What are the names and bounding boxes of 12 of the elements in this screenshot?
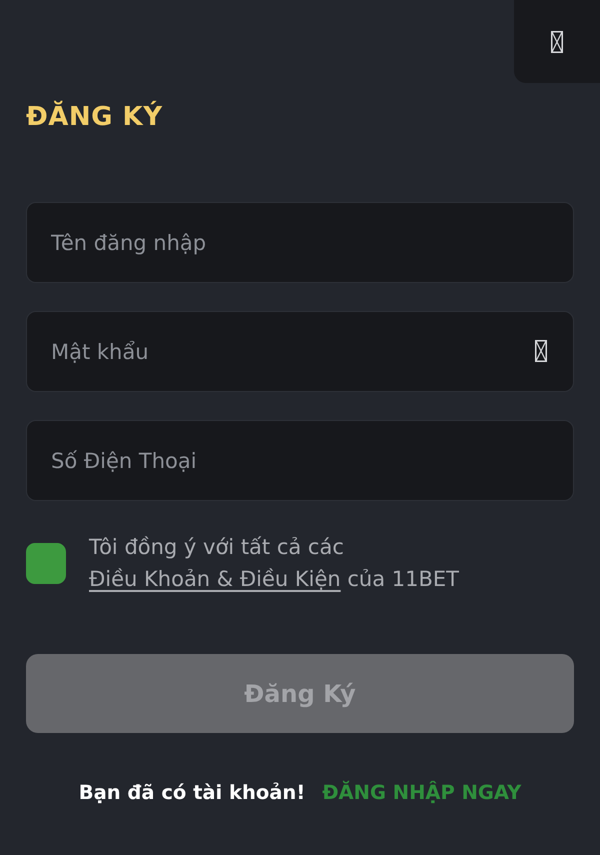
terms-link[interactable]: Điều Khoản & Điều Kiện	[89, 567, 341, 591]
close-icon	[551, 30, 563, 52]
crossed-box-icon[interactable]	[535, 340, 547, 362]
login-link[interactable]: ĐĂNG NHẬP NGAY	[322, 781, 522, 804]
checkbox[interactable]	[26, 542, 66, 584]
agreement-text: Tôi đồng ý với tất cả các Điều Khoản & Điều Kiện của 11BET	[89, 534, 460, 593]
password-field[interactable]: Mật khẩu	[26, 311, 574, 392]
close-button[interactable]	[514, 0, 600, 83]
page-title: ĐĂNG KÝ	[26, 100, 163, 134]
text-field[interactable]: Tên đăng nhập	[26, 202, 574, 283]
text-field[interactable]: Số Điện Thoại	[26, 420, 574, 501]
login-prompt-text: Bạn đã có tài khoản!	[78, 781, 306, 804]
